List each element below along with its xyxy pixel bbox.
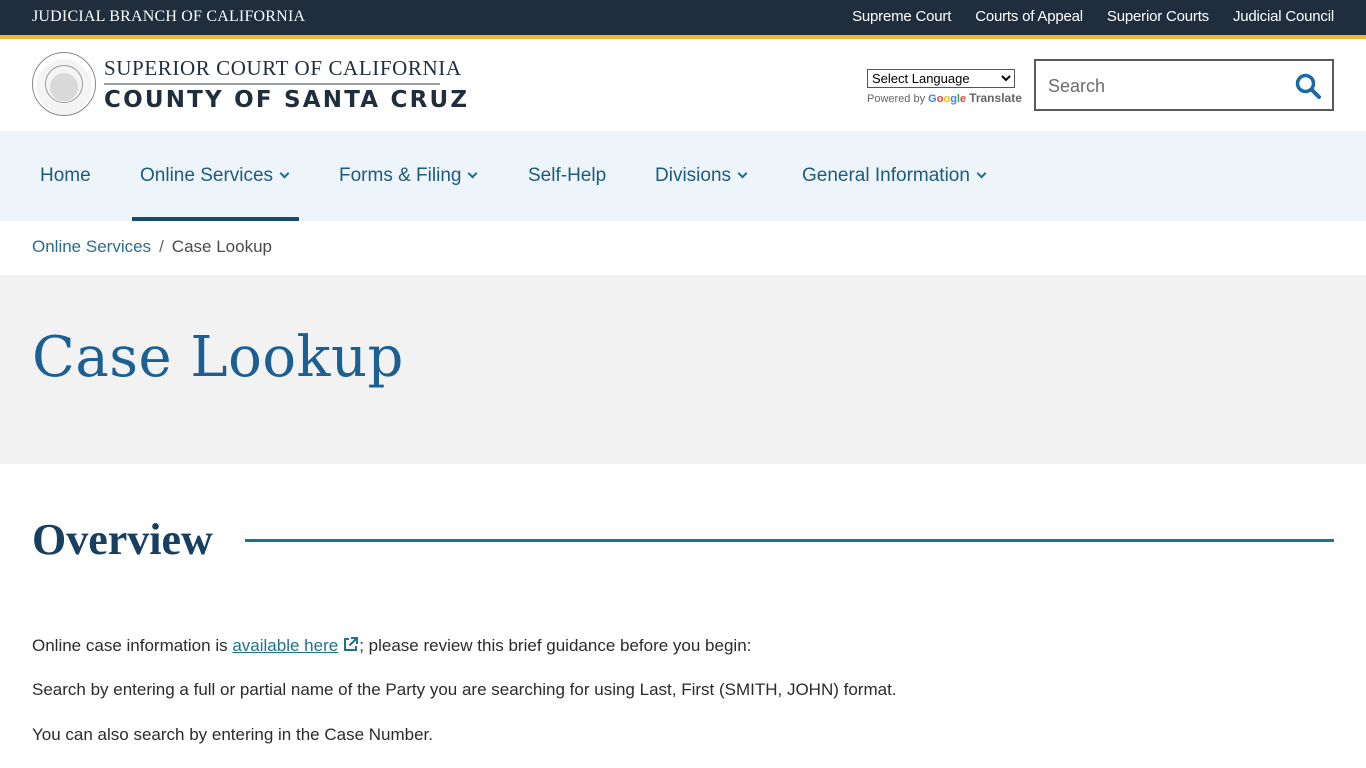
search-input[interactable]	[1048, 73, 1288, 99]
nav-item-general-information[interactable]: General Information	[794, 131, 993, 221]
court-seal-icon[interactable]	[32, 52, 96, 116]
nav-label: General Information	[802, 165, 970, 186]
breadcrumb-separator: /	[159, 237, 164, 256]
powered-by-label: Powered by	[867, 93, 926, 105]
main-nav: Home Online Services Forms & Filing Self…	[0, 131, 1366, 221]
nav-label: Online Services	[140, 165, 274, 186]
utility-bar: JUDICIAL BRANCH OF CALIFORNIA Supreme Co…	[0, 0, 1366, 39]
nav-item-online-services[interactable]: Online Services	[132, 131, 299, 221]
chevron-down-icon	[976, 168, 987, 179]
powered-by-google: Powered by Google Translate	[867, 91, 1022, 105]
case-info-link[interactable]: available here	[232, 636, 338, 655]
google-logo[interactable]: Google	[928, 93, 966, 105]
judicial-branch-brand[interactable]: JUDICIAL BRANCH OF CALIFORNIA	[32, 8, 305, 26]
intro-text-end: ; please review this brief guidance befo…	[359, 636, 752, 655]
logo-title-line1[interactable]: SUPERIOR COURT OF CALIFORNIA	[104, 56, 462, 81]
nav-item-self-help[interactable]: Self-Help	[520, 131, 614, 221]
site-header: SUPERIOR COURT OF CALIFORNIA COUNTY OF S…	[0, 39, 1366, 131]
link-judicial-council[interactable]: Judicial Council	[1233, 8, 1334, 25]
search-name-paragraph: Search by entering a full or partial nam…	[32, 680, 897, 699]
nav-item-divisions[interactable]: Divisions	[647, 131, 754, 221]
utility-links: Supreme Court Courts of Appeal Superior …	[852, 8, 1334, 25]
logo-divider	[104, 83, 440, 85]
google-translate-widget: Select Language Powered by Google Transl…	[867, 69, 1022, 105]
intro-paragraph: Online case information is available her…	[32, 636, 751, 656]
chevron-down-icon	[279, 168, 290, 179]
section-divider	[245, 539, 1334, 542]
nav-label: Self-Help	[528, 165, 607, 186]
site-search	[1034, 59, 1334, 111]
language-select[interactable]: Select Language	[867, 69, 1015, 88]
logo-title-line2[interactable]: COUNTY OF SANTA CRUZ	[104, 87, 469, 113]
section-heading-overview: Overview	[32, 515, 213, 564]
page-title: Case Lookup	[32, 325, 404, 390]
link-supreme-court[interactable]: Supreme Court	[852, 8, 951, 25]
external-link-icon[interactable]	[342, 636, 359, 653]
translate-label: Translate	[969, 91, 1022, 105]
nav-label: Home	[40, 165, 91, 186]
breadcrumb: Online Services / Case Lookup	[32, 237, 272, 257]
link-superior-courts[interactable]: Superior Courts	[1107, 8, 1209, 25]
search-icon	[1295, 73, 1321, 99]
search-case-number-paragraph: You can also search by entering in the C…	[32, 725, 434, 744]
chevron-down-icon	[468, 168, 478, 179]
breadcrumb-online-services[interactable]: Online Services	[32, 237, 151, 257]
page-title-band: Case Lookup	[0, 275, 1366, 464]
chevron-down-icon	[737, 168, 748, 179]
breadcrumb-current: Case Lookup	[171, 237, 272, 256]
nav-label: Forms & Filing	[339, 165, 462, 186]
intro-text: Online case information is	[32, 636, 233, 655]
seal-inner-ring	[45, 65, 83, 103]
link-courts-of-appeal[interactable]: Courts of Appeal	[975, 8, 1083, 25]
search-button[interactable]	[1294, 72, 1322, 100]
nav-label: Divisions	[655, 165, 732, 186]
nav-item-forms-filing[interactable]: Forms & Filing	[331, 131, 484, 221]
nav-item-home[interactable]: Home	[32, 131, 99, 221]
